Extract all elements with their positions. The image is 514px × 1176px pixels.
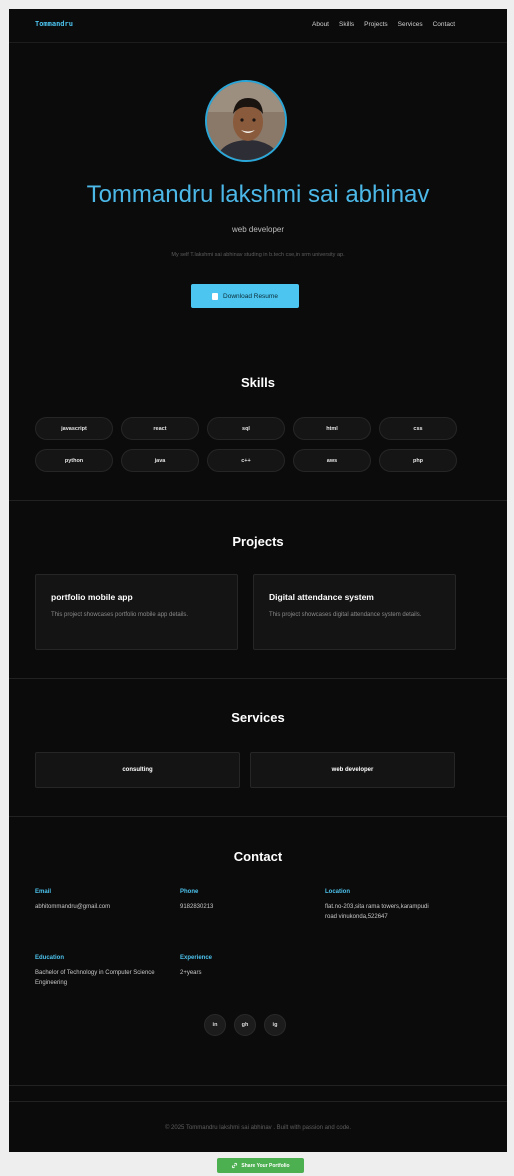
contact-email-value[interactable]: abhitommandru@gmail.com bbox=[35, 903, 175, 913]
contact-education-value: Bachelor of Technology in Computer Scien… bbox=[35, 970, 155, 986]
skill-chip: php bbox=[379, 449, 457, 472]
github-link[interactable]: gh bbox=[234, 1014, 256, 1036]
hero-name: Tommandru lakshmi sai abhinav bbox=[86, 181, 430, 208]
share-portfolio-label: Share Your Portfolio bbox=[241, 1162, 290, 1169]
contact-location-label: Location bbox=[325, 889, 350, 895]
skill-chip: sql bbox=[207, 417, 285, 440]
download-resume-button[interactable]: Download Resume bbox=[191, 284, 299, 308]
contact-experience-label: Experience bbox=[180, 955, 213, 961]
project-description: This project showcases digital attendanc… bbox=[269, 612, 422, 618]
projects-title: Projects bbox=[232, 534, 284, 549]
footer-text: © 2025 Tommandru lakshmi sai abhinav . B… bbox=[164, 1125, 352, 1131]
footer-divider bbox=[9, 1101, 507, 1102]
project-description: This project showcases portfolio mobile … bbox=[51, 612, 189, 618]
linkedin-link[interactable]: in bbox=[204, 1014, 226, 1036]
project-card[interactable]: portfolio mobile app This project showca… bbox=[35, 574, 238, 650]
section-divider bbox=[9, 678, 507, 679]
contact-phone-value[interactable]: 9182830213 bbox=[180, 903, 320, 913]
instagram-link[interactable]: ig bbox=[264, 1014, 286, 1036]
project-title: portfolio mobile app bbox=[51, 592, 133, 602]
contact-location-value: flat.no-203,sita rama towers,karampudi r… bbox=[325, 904, 429, 920]
nav-link-about[interactable]: About bbox=[312, 21, 329, 28]
nav-link-skills[interactable]: Skills bbox=[339, 21, 354, 28]
hero-role: web developer bbox=[231, 225, 285, 234]
download-resume-label: Download Resume bbox=[223, 292, 278, 300]
skill-chip: java bbox=[121, 449, 199, 472]
share-portfolio-button[interactable]: Share Your Portfolio bbox=[217, 1158, 304, 1173]
social-links: in gh ig bbox=[204, 1014, 286, 1036]
projects-list: portfolio mobile app This project showca… bbox=[35, 574, 456, 650]
contact-experience: Experience 2+years bbox=[180, 955, 320, 979]
skill-chip: python bbox=[35, 449, 113, 472]
skill-chip: html bbox=[293, 417, 371, 440]
skill-chip: css bbox=[379, 417, 457, 440]
portfolio-page: Tommandru About Skills Projects Services… bbox=[9, 9, 507, 1152]
skill-chip: aws bbox=[293, 449, 371, 472]
section-divider bbox=[9, 816, 507, 817]
section-divider bbox=[9, 1085, 507, 1086]
nav-link-projects[interactable]: Projects bbox=[364, 21, 387, 28]
contact-location: Location flat.no-203,sita rama towers,ka… bbox=[325, 889, 435, 922]
project-title: Digital attendance system bbox=[269, 592, 374, 602]
contact-phone: Phone 9182830213 bbox=[180, 889, 320, 913]
contact-email: Email abhitommandru@gmail.com bbox=[35, 889, 175, 913]
service-card: consulting bbox=[35, 752, 240, 788]
nav-link-contact[interactable]: Contact bbox=[433, 21, 455, 28]
skills-grid: javascript react sql html css python jav… bbox=[35, 417, 457, 472]
services-title: Services bbox=[231, 710, 285, 725]
contact-email-label: Email bbox=[35, 889, 52, 895]
service-card: web developer bbox=[250, 752, 455, 788]
contact-phone-label: Phone bbox=[180, 889, 199, 895]
contact-title: Contact bbox=[233, 849, 283, 864]
contact-education: Education Bachelor of Technology in Comp… bbox=[35, 955, 170, 988]
link-icon bbox=[232, 1162, 238, 1169]
top-nav: Tommandru About Skills Projects Services… bbox=[9, 9, 507, 43]
project-card[interactable]: Digital attendance system This project s… bbox=[253, 574, 456, 650]
nav-link-services[interactable]: Services bbox=[398, 21, 423, 28]
contact-education-label: Education bbox=[35, 955, 65, 961]
hero-bio: My self T.lakshmi sai abhinav studing in… bbox=[171, 252, 345, 258]
skills-title: Skills bbox=[241, 375, 275, 390]
document-icon bbox=[212, 292, 219, 300]
section-divider bbox=[9, 500, 507, 501]
profile-avatar bbox=[205, 80, 287, 162]
services-list: consulting web developer bbox=[35, 752, 455, 788]
nav-links: About Skills Projects Services Contact bbox=[312, 21, 455, 28]
skill-chip: javascript bbox=[35, 417, 113, 440]
skill-chip: react bbox=[121, 417, 199, 440]
contact-experience-value: 2+years bbox=[180, 970, 202, 976]
site-logo[interactable]: Tommandru bbox=[35, 20, 73, 28]
skill-chip: c++ bbox=[207, 449, 285, 472]
